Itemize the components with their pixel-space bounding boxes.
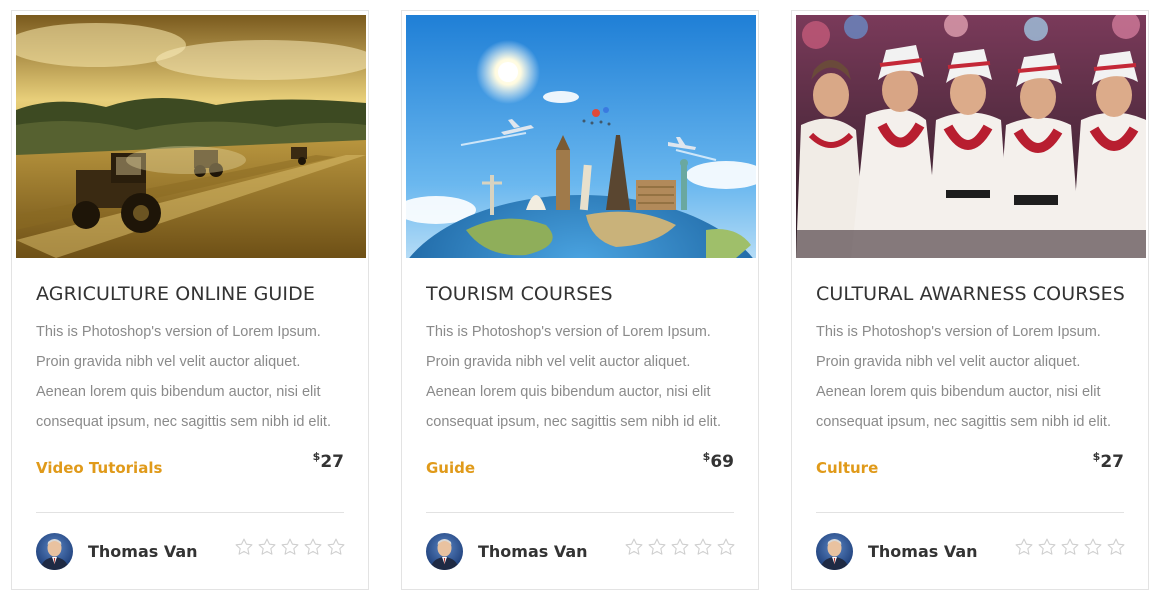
price-value: 27 (320, 452, 344, 472)
author-name: Thomas Van (88, 541, 198, 561)
price-value: 69 (710, 452, 734, 472)
avatar (36, 532, 73, 570)
star-outline-icon[interactable] (234, 537, 254, 557)
star-rating[interactable] (1014, 537, 1126, 557)
price-value: 27 (1100, 452, 1124, 472)
course-title[interactable]: AGRICULTURE ONLINE GUIDE (36, 283, 348, 305)
course-image-culture[interactable] (796, 15, 1146, 258)
course-category-link[interactable]: Culture (816, 459, 878, 477)
star-outline-icon[interactable] (1083, 537, 1103, 557)
star-outline-icon[interactable] (693, 537, 713, 557)
star-outline-icon[interactable] (326, 537, 346, 557)
star-outline-icon[interactable] (280, 537, 300, 557)
avatar (426, 532, 463, 570)
author-name: Thomas Van (478, 541, 588, 561)
course-card: CULTURAL AWARNESS COURSES This is Photos… (791, 10, 1149, 590)
course-description: This is Photoshop's version of Lorem Ips… (426, 324, 721, 430)
course-image-tourism[interactable] (406, 15, 756, 258)
course-price: $27 (312, 450, 344, 472)
author[interactable]: Thomas Van (816, 532, 978, 570)
star-outline-icon[interactable] (1106, 537, 1126, 557)
course-description: This is Photoshop's version of Lorem Ips… (816, 324, 1111, 430)
course-image-agriculture[interactable] (16, 15, 366, 258)
currency-symbol: $ (1092, 450, 1101, 463)
star-outline-icon[interactable] (1037, 537, 1057, 557)
course-price: $27 (1092, 450, 1124, 472)
star-outline-icon[interactable] (716, 537, 736, 557)
avatar (816, 532, 853, 570)
divider (426, 512, 734, 513)
author[interactable]: Thomas Van (426, 532, 588, 570)
course-description: This is Photoshop's version of Lorem Ips… (36, 324, 331, 430)
star-rating[interactable] (234, 537, 346, 557)
star-outline-icon[interactable] (303, 537, 323, 557)
course-card: TOURISM COURSES This is Photoshop's vers… (401, 10, 759, 590)
star-outline-icon[interactable] (624, 537, 644, 557)
star-rating[interactable] (624, 537, 736, 557)
course-card: AGRICULTURE ONLINE GUIDE This is Photosh… (11, 10, 369, 590)
author-name: Thomas Van (868, 541, 978, 561)
course-category-link[interactable]: Guide (426, 459, 475, 477)
star-outline-icon[interactable] (647, 537, 667, 557)
star-outline-icon[interactable] (1014, 537, 1034, 557)
divider (816, 512, 1124, 513)
star-outline-icon[interactable] (1060, 537, 1080, 557)
course-category-link[interactable]: Video Tutorials (36, 459, 162, 477)
course-title[interactable]: CULTURAL AWARNESS COURSES (816, 283, 1128, 305)
divider (36, 512, 344, 513)
currency-symbol: $ (702, 450, 711, 463)
star-outline-icon[interactable] (670, 537, 690, 557)
course-title[interactable]: TOURISM COURSES (426, 283, 738, 305)
course-grid: AGRICULTURE ONLINE GUIDE This is Photosh… (0, 0, 1159, 600)
course-price: $69 (702, 450, 734, 472)
author[interactable]: Thomas Van (36, 532, 198, 570)
currency-symbol: $ (312, 450, 321, 463)
star-outline-icon[interactable] (257, 537, 277, 557)
